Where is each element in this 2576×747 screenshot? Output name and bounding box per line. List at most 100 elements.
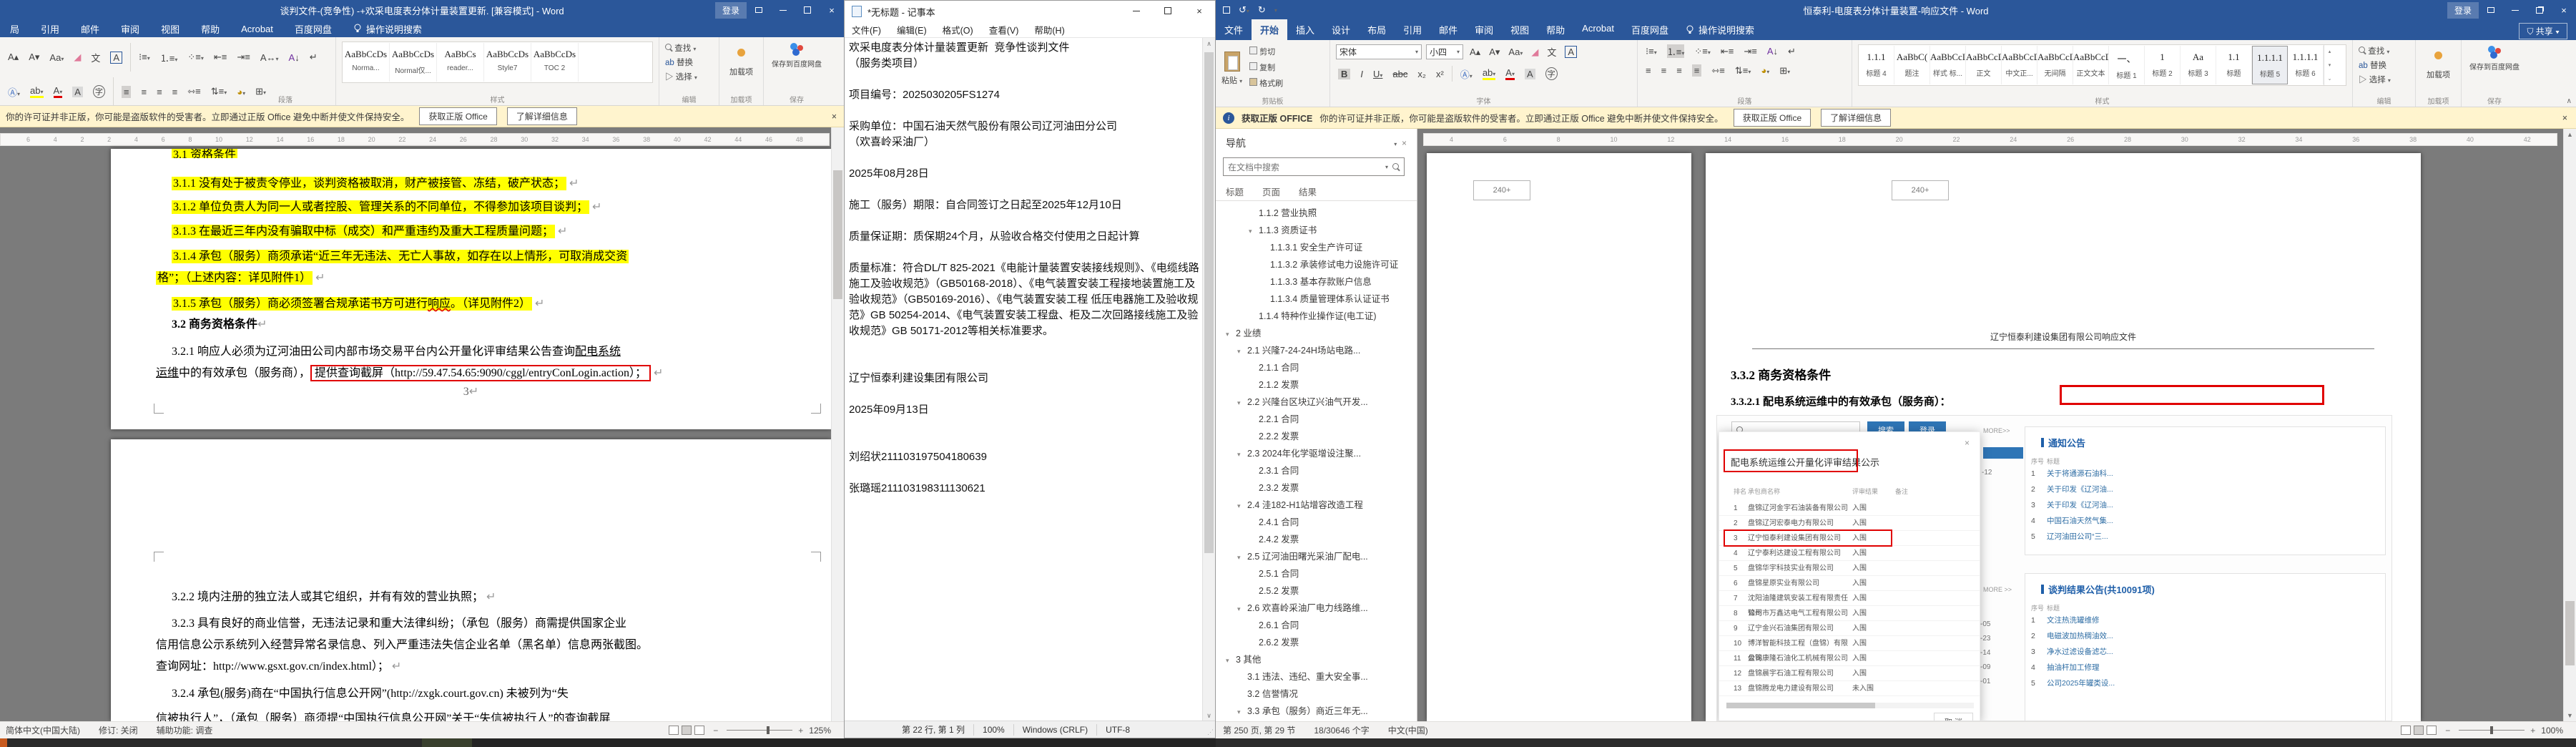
cancel-button[interactable]: 取 消 (1934, 713, 1974, 721)
nav-heading-item[interactable]: 1.1.2 营业执照 (1216, 205, 1417, 222)
grow-font-icon[interactable]: A▴ (8, 52, 19, 63)
share-button[interactable]: ⛉ 共享 ▾ (2519, 23, 2567, 39)
style-chip[interactable]: 1.1.1.1 标题 5 (2252, 46, 2288, 84)
italic-icon[interactable]: I (1360, 69, 1363, 79)
bullets-icon[interactable]: ⁝≡▾ (1646, 46, 1657, 57)
ribbon-tab[interactable]: 布局 (1359, 19, 1395, 40)
show-marks-icon[interactable]: ↵ (310, 52, 318, 63)
styles-scroll-up-icon[interactable]: ▴ (2329, 49, 2331, 54)
close-icon[interactable]: × (820, 0, 844, 20)
sign-in-button[interactable]: 登录 (2447, 1, 2479, 19)
style-chip[interactable]: AaBbCcDs Style7 (484, 43, 531, 82)
phonetic-guide-icon[interactable]: 文 (1547, 45, 1556, 59)
close-icon[interactable]: × (1184, 1, 1215, 21)
nav-tab[interactable]: 标题 (1226, 185, 1244, 198)
ribbon-tab[interactable]: 邮件 (1430, 19, 1466, 40)
nav-heading-item[interactable]: 2.6 欢喜岭采油厂电力线路维... (1216, 600, 1417, 617)
styles-more-icon[interactable]: ⌄ (2328, 76, 2332, 82)
style-chip[interactable]: 1 标题 2 (2145, 46, 2181, 84)
character-border-icon[interactable]: A (1565, 46, 1578, 58)
left-page-1[interactable]: 3.1 资格条件 3.1.1 没有处于被责令停业，谈判资格被取消，财产被接管、冻… (111, 149, 831, 429)
zoom-slider[interactable] (727, 726, 793, 734)
nav-heading-item[interactable]: 3 其他 (1216, 651, 1417, 668)
zoom-level[interactable]: 125% (809, 726, 831, 736)
nav-heading-item[interactable]: 1.1.3 资质证书 (1216, 222, 1417, 239)
taskbar-app-chip[interactable] (0, 738, 7, 747)
menu-item[interactable]: 格式(O) (943, 23, 973, 36)
style-chip[interactable]: AaBbCcDs Norma... (343, 43, 390, 82)
scroll-down-icon[interactable]: ▼ (2564, 712, 2576, 719)
modal-hscrollbar[interactable] (1726, 703, 1974, 708)
nav-heading-item[interactable]: 1.1.3.4 质量管理体系认证证书 (1216, 290, 1417, 308)
ribbon-options-icon[interactable] (747, 0, 771, 20)
style-chip[interactable]: AaBbCcDc 正文 (1966, 46, 2002, 84)
clear-format-icon[interactable]: ◢ (1531, 47, 1538, 58)
ranking-row[interactable]: 10 博洋智能科技工程（盘锦）有限公司 入围 (1719, 636, 1980, 663)
nav-heading-item[interactable]: 2.1 兴隆7-24-24H场站电路... (1216, 342, 1417, 359)
style-chip[interactable]: AaBbCcI 样式 标... (1930, 46, 1966, 84)
ranking-row[interactable]: 9 辽宁金兴石油集团有限公司 入围 (1719, 621, 1980, 636)
nav-heading-item[interactable]: 2.3.1 合同 (1216, 462, 1417, 479)
zoom-in-icon[interactable]: + (2530, 726, 2535, 736)
undo-icon[interactable]: ↺▾ (1239, 4, 1249, 16)
ranking-row[interactable]: 13 盘锦腾龙电力建设有限公司 未入围 (1719, 681, 1980, 696)
notepad-text-area[interactable]: 欢采电度表分体计量装置更新 竞争性谈判文件 （服务类项目） 项目编号：2025030… (845, 38, 1202, 721)
replace-button[interactable]: ab 替换 (665, 57, 713, 68)
panel-row[interactable]: 4 抽油杆加工修理 (2025, 660, 2385, 675)
tell-me-search[interactable]: 操作说明搜索 (1677, 19, 1763, 40)
nav-heading-item[interactable]: 2.1.1 合同 (1216, 359, 1417, 376)
learn-more-button[interactable]: 了解详细信息 (506, 107, 577, 125)
nav-search-dropdown-icon[interactable]: ▾ (1385, 164, 1388, 170)
nav-tab[interactable]: 页面 (1262, 185, 1280, 198)
page-status[interactable]: 第 250 页, 第 29 节 (1223, 724, 1295, 736)
notepad-scrollbar[interactable]: ∧ ∨ (1202, 38, 1215, 722)
ribbon-tab[interactable]: 设计 (1323, 19, 1359, 40)
web-layout-icon[interactable] (694, 726, 705, 735)
show-marks-icon[interactable]: ↵ (1788, 46, 1796, 57)
close-icon[interactable]: × (2552, 0, 2576, 20)
nav-heading-item[interactable]: 1.1.3.1 安全生产许可证 (1216, 239, 1417, 256)
nav-heading-item[interactable]: 1.1.4 特种作业操作证(电工证) (1216, 308, 1417, 325)
find-button[interactable]: 查找 ▾ (665, 42, 713, 54)
get-office-button[interactable]: 获取正版 Office (1733, 109, 1811, 127)
bold-icon[interactable]: B (1338, 68, 1351, 79)
change-case-icon[interactable]: Aa▾ (1508, 47, 1523, 57)
search-icon[interactable] (1392, 163, 1400, 170)
numbering-icon[interactable]: ⒈≡▾ (1666, 44, 1685, 58)
style-chip[interactable]: 1.1 标题 (2216, 46, 2252, 84)
sort-icon[interactable]: A↓ (289, 52, 300, 63)
style-chip[interactable]: 1.1.1.1 标题 6 (2288, 46, 2324, 84)
line-spacing-icon[interactable]: ⇅≡▾ (1735, 65, 1751, 77)
zoom-out-icon[interactable]: − (2445, 726, 2450, 736)
scroll-down-icon[interactable]: ∨ (1203, 712, 1215, 720)
nav-heading-item[interactable]: 1.1.3.2 承装修试电力设施许可证 (1216, 256, 1417, 273)
menu-tab[interactable]: 百度网盘 (295, 22, 332, 36)
right-page-main[interactable]: 240+ 辽宁恒泰利建设集团有限公司响应文件 3.3.2 商务资格条件 3.3.… (1706, 153, 2421, 721)
nav-heading-item[interactable]: 3.1 违法、违纪、重大安全事... (1216, 668, 1417, 685)
read-mode-icon[interactable] (2401, 726, 2412, 735)
ranking-row[interactable]: 2 盘锦辽河宏泰电力有限公司 入围 (1719, 516, 1980, 531)
web-layout-icon[interactable] (2427, 726, 2437, 735)
nav-heading-item[interactable]: 2.4 洼182-H1站增容改造工程 (1216, 497, 1417, 514)
sign-in-button[interactable]: 登录 (714, 1, 747, 19)
menu-tab[interactable]: 帮助 (201, 22, 220, 36)
increase-indent-icon[interactable]: ⇥≡ (237, 52, 250, 63)
nav-heading-item[interactable]: 2.5 辽河油田曙光采油厂配电... (1216, 548, 1417, 565)
justify-icon[interactable]: ≡ (1691, 64, 1702, 77)
modal-close-icon[interactable]: × (1965, 438, 1970, 448)
minimize-icon[interactable] (2503, 0, 2527, 20)
ribbon-options-icon[interactable] (2479, 0, 2503, 20)
resize-grip[interactable]: ⋰ (1207, 728, 1214, 736)
replace-button[interactable]: ab 替换 (2359, 59, 2409, 71)
left-page-2[interactable]: 3.2.2 境内注册的独立法人或其它组织，并有有效的营业执照； ↵ 3.2.3 … (111, 439, 831, 721)
nav-close-icon[interactable]: × (1402, 138, 1407, 148)
track-changes-status[interactable]: 修订: 关闭 (99, 724, 138, 736)
numbering-icon[interactable]: ⒈≡▾ (160, 51, 178, 64)
style-chip[interactable]: AaBbCcDdI 无间隔 (2037, 46, 2073, 84)
copy-button[interactable]: 复制 (1249, 62, 1283, 73)
menu-tab[interactable]: 视图 (161, 22, 180, 36)
distribute-icon[interactable]: ⇿≡ (1711, 65, 1724, 77)
panel-row[interactable]: 3 净水过滤设备滤芯... (2025, 644, 2385, 660)
menu-tab[interactable]: 审阅 (121, 22, 139, 36)
language-status[interactable]: 简体中文(中国大陆) (6, 724, 80, 736)
